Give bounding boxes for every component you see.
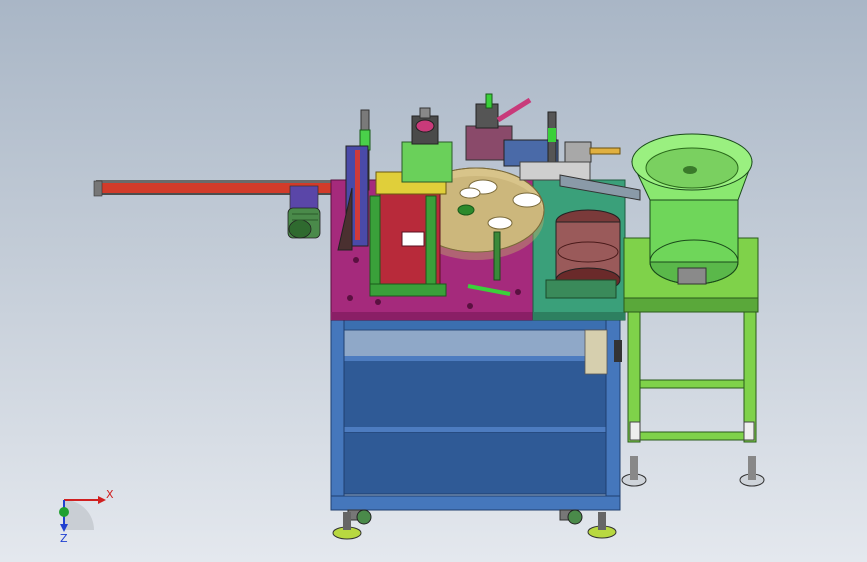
cad-viewport[interactable]: X Z: [0, 0, 867, 562]
x-axis-label: X: [106, 488, 114, 501]
triad-shadow: [64, 500, 94, 530]
pick-and-place-unit[interactable]: [465, 93, 621, 181]
press-bracket[interactable]: [369, 171, 447, 297]
orientation-triad: X Z: [59, 488, 114, 545]
machine-assembly-model[interactable]: [0, 0, 867, 562]
conveyor-motor[interactable]: [287, 185, 321, 239]
frame-feet: [332, 509, 617, 540]
small-hopper[interactable]: [545, 209, 621, 299]
z-axis-label: Z: [60, 532, 68, 545]
x-axis-head: [98, 496, 106, 504]
press-cylinder[interactable]: [401, 107, 453, 183]
machine-frame[interactable]: [330, 317, 622, 511]
y-axis-dot: [59, 507, 69, 517]
vibratory-bowl-feeder[interactable]: [631, 133, 753, 285]
